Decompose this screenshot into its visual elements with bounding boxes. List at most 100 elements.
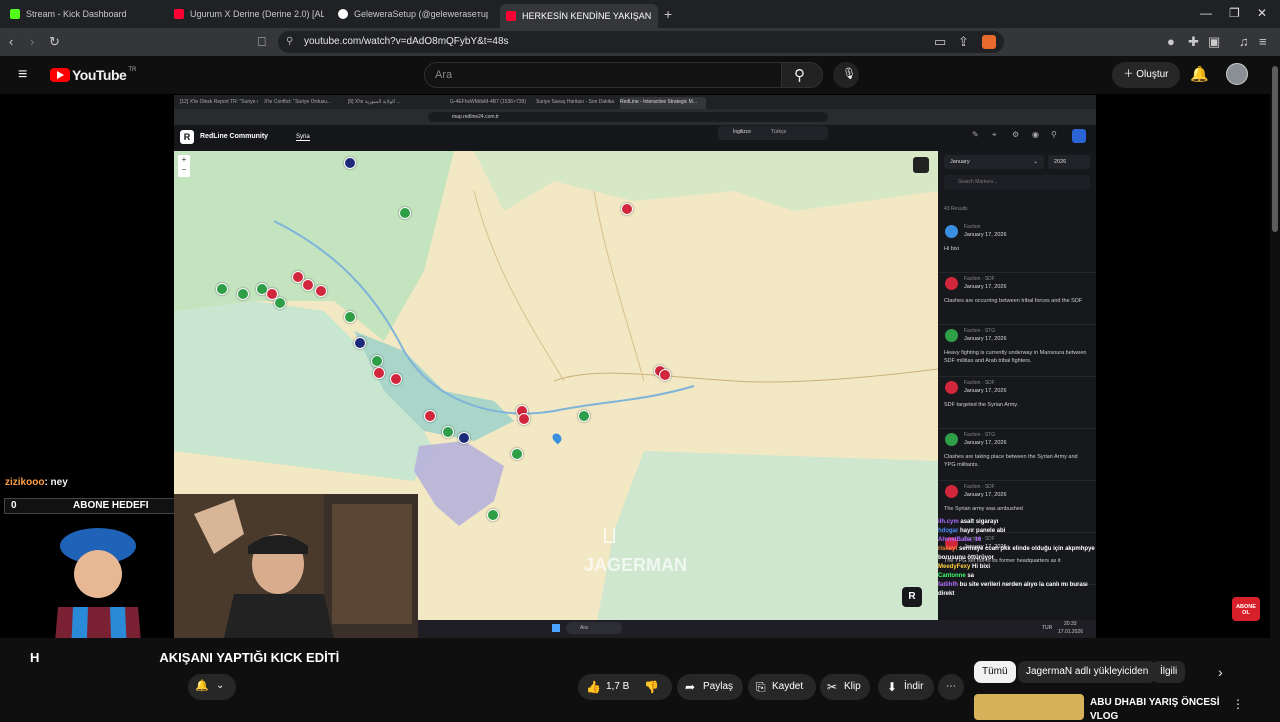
sidebar-icon[interactable]: ▣ bbox=[1208, 34, 1220, 50]
faction-icon bbox=[945, 381, 958, 394]
brave-shield-icon[interactable] bbox=[982, 35, 996, 49]
clip-label: Klip bbox=[844, 681, 861, 692]
chat-text: : ney bbox=[44, 477, 68, 488]
lang-turkish: Türkçe bbox=[771, 129, 787, 135]
stream-chat-user: fatlihfh bbox=[938, 582, 958, 588]
stream-chat-text: hayır panele abi bbox=[960, 528, 1006, 534]
hamburger-menu-icon[interactable]: ≡ bbox=[18, 66, 27, 84]
browser-tab[interactable]: Ugurum X Derine (Derine 2.0) [ALPEK bbox=[174, 4, 324, 24]
stream-chat-user: Cantonne bbox=[938, 573, 966, 579]
puzzle-icon[interactable]: ✚ bbox=[1188, 34, 1199, 50]
avatar[interactable] bbox=[1226, 63, 1248, 85]
browser-tab[interactable]: Stream - Kick Dashboard bbox=[10, 4, 160, 24]
redline-logo-icon: R bbox=[180, 130, 194, 144]
map-marker-icon bbox=[442, 426, 454, 438]
create-button[interactable]: ＋ Oluştur bbox=[1112, 62, 1180, 88]
stream-chat-text: sa bbox=[967, 573, 975, 579]
save-label: Kaydet bbox=[772, 681, 804, 692]
inner-url-text: map.redline24.com.tr bbox=[452, 114, 499, 120]
more-actions-button[interactable]: ⋯ bbox=[938, 674, 964, 700]
like-icon[interactable]: 👍 bbox=[586, 674, 601, 700]
map-marker-icon bbox=[371, 355, 383, 367]
menu-icon[interactable]: ≡ bbox=[1259, 34, 1267, 50]
forward-icon[interactable]: › bbox=[30, 34, 34, 50]
tab-title: Stream - Kick Dashboard bbox=[26, 9, 127, 19]
entry-text: Heavy fighting is currently underway in … bbox=[944, 350, 1087, 364]
inner-address-bar: map.redline24.com.tr bbox=[174, 109, 1096, 125]
stream-chat-user: MeedyFexy bbox=[938, 564, 971, 570]
url-text: youtube.com/watch?v=dAdO8mQFybY&t=48s bbox=[304, 36, 509, 47]
layers-button-icon bbox=[913, 157, 929, 173]
minimize-icon[interactable]: — bbox=[1200, 6, 1212, 20]
search-input[interactable]: Ara bbox=[424, 62, 782, 88]
map-marker-icon bbox=[354, 337, 366, 349]
entry-text: SDF targeted the Syrian Army. bbox=[944, 402, 1019, 408]
panel-search-placeholder: Search Markers... bbox=[958, 179, 998, 185]
marker-entry: Faction January 17, 2026 Hi bixi bbox=[938, 221, 1096, 273]
entry-text: Clashes are taking place between the Syr… bbox=[944, 454, 1078, 468]
map-marker-icon bbox=[390, 373, 402, 385]
reload-icon[interactable]: ↻ bbox=[49, 34, 60, 50]
stream-chat-user: hdogar bbox=[938, 528, 959, 534]
stream-chat-text: asalt sigarayı bbox=[960, 519, 999, 525]
map-marker-icon bbox=[302, 279, 314, 291]
redline-brand: RedLine Community bbox=[200, 133, 269, 140]
download-button[interactable]: ⬇ İndir bbox=[878, 674, 934, 700]
stream-chat-line: Cantonne sa bbox=[938, 572, 1098, 581]
faction-icon bbox=[945, 329, 958, 342]
chevron-right-icon[interactable]: › bbox=[1218, 664, 1223, 680]
kebab-menu-icon[interactable]: ⋮ bbox=[1232, 697, 1244, 711]
entry-text: Hi bixi bbox=[944, 246, 959, 252]
recommendation-title[interactable]: ABU DHABI YARIŞ ÖNCESİ bbox=[1090, 697, 1219, 708]
map-marker-icon bbox=[659, 369, 671, 381]
tab-title: HERKESİN KENDİNE YAKIŞAN bbox=[522, 11, 652, 21]
map-marker-icon bbox=[344, 157, 356, 169]
video-player[interactable]: [12] X'te Olesk Report TR: "Suriye or...… bbox=[0, 94, 1270, 638]
results-count: 43 Results bbox=[944, 206, 968, 212]
extension-icon[interactable]: ● bbox=[1167, 34, 1175, 50]
search-icon: ⚲ bbox=[1051, 130, 1057, 139]
media-icon[interactable]: ♫ bbox=[1239, 34, 1249, 50]
voice-search-button[interactable]: 🎙 bbox=[833, 62, 859, 88]
page-scrollbar[interactable] bbox=[1270, 56, 1280, 720]
faction-icon bbox=[945, 225, 958, 238]
stream-chat-user: AhmetBaba_16 bbox=[938, 537, 982, 543]
map-marker-icon bbox=[578, 410, 590, 422]
entry-date: January 17, 2026 bbox=[964, 232, 1007, 238]
address-bar[interactable]: ⚲ youtube.com/watch?v=dAdO8mQFybY&t=48s bbox=[278, 31, 1004, 53]
browser-tab[interactable]: GeleweraSetup (@geleweraseтup) | T bbox=[338, 4, 488, 24]
site-info-icon[interactable]: ⚲ bbox=[286, 31, 293, 53]
taskbar-lang: TUR bbox=[1042, 625, 1053, 631]
recommendation-thumbnail[interactable] bbox=[974, 694, 1084, 720]
browser-tab-strip: Stream - Kick Dashboard Ugurum X Derine … bbox=[0, 0, 1280, 28]
search-button[interactable]: ⚲ bbox=[781, 62, 823, 88]
notifications-bell-icon[interactable]: 🔔 bbox=[1190, 65, 1209, 83]
scrollbar-thumb[interactable] bbox=[1272, 66, 1278, 232]
share-button[interactable]: ➦ Paylaş bbox=[677, 674, 743, 700]
share-icon[interactable]: ⇪ bbox=[958, 34, 969, 50]
marker-entry: Faction · STG January 17, 2026 Heavy fight… bbox=[938, 325, 1096, 377]
antler-logo-icon: ⵡ bbox=[602, 526, 617, 548]
maximize-icon[interactable]: ❐ bbox=[1229, 6, 1240, 20]
back-icon[interactable]: ‹ bbox=[9, 34, 13, 50]
close-window-icon[interactable]: ✕ bbox=[1257, 6, 1267, 20]
notification-toggle[interactable]: 🔔 ⌄ bbox=[188, 674, 236, 700]
chip-related[interactable]: İlgili bbox=[1152, 661, 1186, 683]
bookmark-icon[interactable]: ⎕ bbox=[258, 34, 266, 50]
recommendation-title-line2[interactable]: VLOG bbox=[1090, 711, 1118, 722]
clip-button[interactable]: ✂ Klip bbox=[820, 674, 870, 700]
map-marker-icon bbox=[315, 285, 327, 297]
new-tab-button[interactable]: + bbox=[664, 4, 678, 24]
browser-tab-active[interactable]: HERKESİN KENDİNE YAKIŞAN ✕ bbox=[500, 4, 658, 28]
youtube-logo[interactable]: YouTube TR bbox=[50, 67, 136, 83]
save-button[interactable]: ⎘ Kaydet bbox=[748, 674, 816, 700]
chip-uploader[interactable]: JagermaN adlı yükleyiciden bbox=[1018, 661, 1157, 683]
chip-all[interactable]: Tümü bbox=[974, 661, 1016, 683]
dislike-icon[interactable]: 👎 bbox=[644, 674, 659, 700]
video-title: H AKIŞANI YAPTIĞI KICK EDİTİ bbox=[30, 650, 339, 665]
like-count[interactable]: 1,7 B bbox=[606, 674, 629, 700]
cast-icon[interactable]: ▭ bbox=[934, 34, 946, 50]
stream-chat-user: ilh.cym bbox=[938, 519, 959, 525]
panel-search-input: Search Markers... bbox=[944, 175, 1090, 189]
stream-chat-text: Hi bixi bbox=[972, 564, 991, 570]
